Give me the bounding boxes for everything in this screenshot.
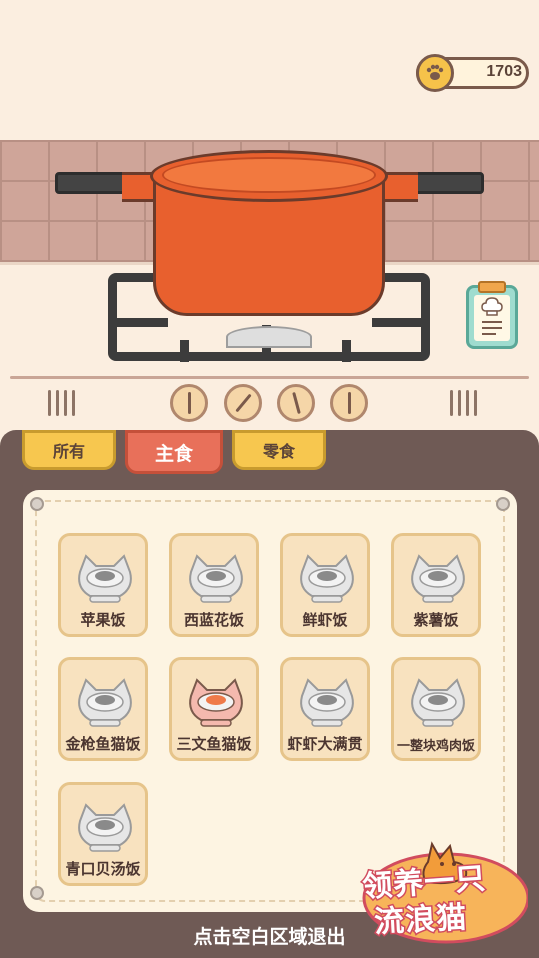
- stove-vent-left: [48, 390, 75, 416]
- dish-card[interactable]: 西蓝花饭: [169, 533, 259, 637]
- screw-icon: [496, 497, 510, 511]
- cat-bowl-icon: [189, 554, 243, 603]
- dish-name: 苹果饭: [80, 611, 126, 629]
- dish-name: 虾虾大满贯: [287, 735, 363, 753]
- cat-bowl-icon: [300, 678, 354, 727]
- cat-bowl-icon: [78, 678, 132, 727]
- dish-card[interactable]: 苹果饭: [58, 533, 148, 637]
- dish-name: 一整块鸡肉饭: [396, 739, 475, 754]
- dish-name: 金枪鱼猫饭: [65, 735, 141, 753]
- dish-name: 紫薯饭: [413, 611, 459, 629]
- coin-amount: 1703: [486, 63, 522, 80]
- dish-name: 鲜虾饭: [302, 611, 348, 629]
- stove-knob-2[interactable]: [224, 384, 262, 422]
- clip-icon: [478, 281, 506, 293]
- stove-knob-4[interactable]: [330, 384, 368, 422]
- logo-line-2: 流浪猫: [372, 899, 470, 942]
- burner: [226, 326, 312, 348]
- dish-card[interactable]: 紫薯饭: [391, 533, 481, 637]
- screw-icon: [30, 497, 44, 511]
- tab-all[interactable]: 所有: [22, 430, 116, 470]
- cat-bowl-icon: [411, 554, 465, 603]
- cat-bowl-icon: [78, 554, 132, 603]
- stove-prong: [372, 318, 430, 327]
- counter-divider: [10, 376, 529, 379]
- cat-bowl-icon: [78, 803, 132, 852]
- stove-vent-right: [450, 390, 477, 416]
- cat-bowl-icon: [189, 678, 243, 727]
- pot-handle-right: [412, 172, 484, 194]
- stove-prong: [342, 340, 351, 362]
- dish-card[interactable]: 三文鱼猫饭: [169, 657, 259, 761]
- dish-card[interactable]: 青口贝汤饭: [58, 782, 148, 886]
- cat-bowl-icon: [300, 554, 354, 603]
- tab-snacks[interactable]: 零食: [232, 430, 326, 470]
- dish-card[interactable]: 一整块鸡肉饭: [391, 657, 481, 761]
- dish-name: 三文鱼猫饭: [176, 735, 252, 753]
- pot-opening: [162, 157, 376, 193]
- tab-main-food[interactable]: 主食: [125, 430, 223, 474]
- stove-knob-3[interactable]: [277, 384, 315, 422]
- dish-name: 西蓝花饭: [183, 611, 244, 629]
- dish-card[interactable]: 金枪鱼猫饭: [58, 657, 148, 761]
- dish-card[interactable]: 鲜虾饭: [280, 533, 370, 637]
- cat-bowl-icon: [411, 678, 465, 727]
- pot-handle-left: [55, 172, 127, 194]
- dish-card[interactable]: 虾虾大满贯: [280, 657, 370, 761]
- dish-name: 青口贝汤饭: [65, 860, 141, 878]
- recipe-clipboard-icon: [474, 295, 510, 341]
- screw-icon: [30, 886, 44, 900]
- stove-prong: [180, 340, 189, 362]
- stove-prong: [108, 318, 168, 327]
- paw-coin-icon: [416, 54, 454, 92]
- stove-knob-1[interactable]: [170, 384, 208, 422]
